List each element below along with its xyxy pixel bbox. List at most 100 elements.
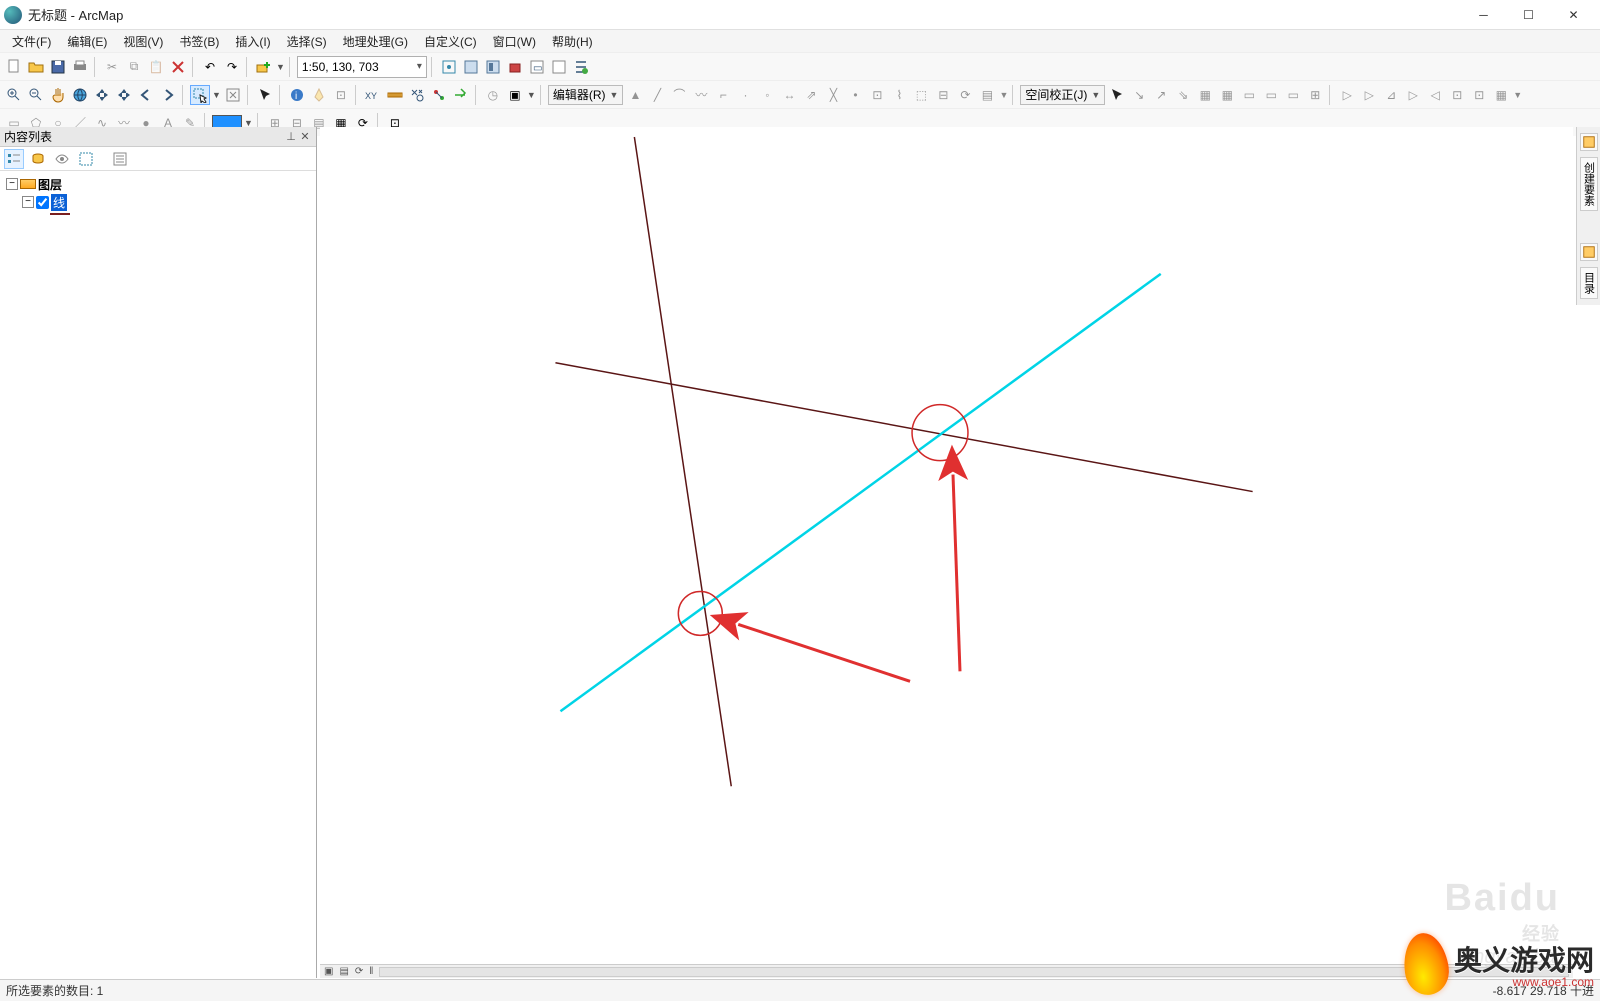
topo-tool1-icon[interactable]: ▷ — [1337, 85, 1357, 105]
python-window-icon[interactable]: ▭ — [527, 57, 547, 77]
select-elements-icon[interactable] — [255, 85, 275, 105]
fixed-zoom-out-icon[interactable] — [114, 85, 134, 105]
edit-right-angle-icon[interactable]: ⌐ — [713, 85, 733, 105]
open-icon[interactable] — [26, 57, 46, 77]
toc-list-by-drawing-icon[interactable] — [4, 149, 24, 169]
model-builder-icon[interactable] — [549, 57, 569, 77]
toc-options-icon[interactable] — [110, 149, 130, 169]
toolbar-options-icon[interactable] — [571, 57, 591, 77]
tree-root-row[interactable]: − 图层 — [6, 175, 310, 193]
toc-close-icon[interactable]: ✕ — [298, 130, 312, 144]
expand-icon[interactable]: − — [6, 178, 18, 190]
menu-help[interactable]: 帮助(H) — [544, 31, 601, 52]
topo-tool5-icon[interactable]: ◁ — [1425, 85, 1445, 105]
search-window-icon[interactable] — [483, 57, 503, 77]
find-icon[interactable] — [407, 85, 427, 105]
rtab-create-features-icon[interactable] — [1580, 133, 1598, 151]
menu-bookmarks[interactable]: 书签(B) — [171, 31, 227, 52]
topo-tool8-icon[interactable]: ▦ — [1491, 85, 1511, 105]
menu-customize[interactable]: 自定义(C) — [416, 31, 485, 52]
rtab-create-features[interactable]: 创建要素 — [1580, 157, 1598, 211]
topo-tool6-icon[interactable]: ⊡ — [1447, 85, 1467, 105]
adjust-table-icon[interactable]: ▦ — [1195, 85, 1215, 105]
refresh-view-icon[interactable]: ⟳ — [355, 966, 363, 977]
edit-split-icon[interactable]: ⊟ — [933, 85, 953, 105]
save-icon[interactable] — [48, 57, 68, 77]
expand-icon[interactable]: − — [22, 196, 34, 208]
toc-list-by-source-icon[interactable] — [28, 149, 48, 169]
zoom-in-icon[interactable] — [4, 85, 24, 105]
adjust-link2-icon[interactable]: ↗ — [1151, 85, 1171, 105]
copy-icon[interactable]: ⧉ — [124, 57, 144, 77]
map-canvas[interactable] — [320, 127, 1573, 964]
maximize-button[interactable]: ☐ — [1506, 0, 1551, 30]
edit-distance-icon[interactable]: ↔ — [779, 85, 799, 105]
editor-dropdown[interactable]: 编辑器(R)▼ — [548, 85, 624, 105]
identify-icon[interactable]: i — [287, 85, 307, 105]
create-viewer-icon[interactable]: ▣ — [505, 85, 525, 105]
layer-symbol[interactable] — [50, 213, 70, 215]
edit-cut-poly-icon[interactable]: ⬚ — [911, 85, 931, 105]
adjust-attr-icon[interactable]: ⊞ — [1305, 85, 1325, 105]
hyperlink-icon[interactable] — [309, 85, 329, 105]
menu-selection[interactable]: 选择(S) — [279, 31, 335, 52]
next-extent-icon[interactable] — [158, 85, 178, 105]
editor-toolbar-icon[interactable] — [439, 57, 459, 77]
html-popup-icon[interactable]: ⊡ — [331, 85, 351, 105]
arc-toolbox-icon[interactable] — [505, 57, 525, 77]
zoom-out-icon[interactable] — [26, 85, 46, 105]
full-extent-icon[interactable] — [70, 85, 90, 105]
redo-icon[interactable]: ↷ — [222, 57, 242, 77]
adjust-edge1-icon[interactable]: ▭ — [1239, 85, 1259, 105]
menu-window[interactable]: 窗口(W) — [485, 31, 544, 52]
topo-tool7-icon[interactable]: ⊡ — [1469, 85, 1489, 105]
menu-insert[interactable]: 插入(I) — [227, 31, 278, 52]
menu-geoprocessing[interactable]: 地理处理(G) — [335, 31, 416, 52]
edit-attributes-icon[interactable]: ▤ — [977, 85, 997, 105]
toc-list-by-visibility-icon[interactable] — [52, 149, 72, 169]
print-icon[interactable] — [70, 57, 90, 77]
layout-view-icon[interactable]: ▤ — [339, 966, 348, 977]
topo-tool2-icon[interactable]: ▷ — [1359, 85, 1379, 105]
layer-visibility-checkbox[interactable] — [36, 196, 49, 209]
catalog-window-icon[interactable] — [461, 57, 481, 77]
edit-straight-icon[interactable]: ╱ — [647, 85, 667, 105]
paste-icon[interactable]: 📋 — [146, 57, 166, 77]
clear-selection-icon[interactable] — [223, 85, 243, 105]
layer-label[interactable]: 线 — [51, 194, 67, 211]
menu-edit[interactable]: 编辑(E) — [59, 31, 115, 52]
map-view[interactable] — [320, 127, 1573, 964]
edit-tool-icon[interactable]: ▲ — [625, 85, 645, 105]
delete-icon[interactable] — [168, 57, 188, 77]
edit-reshape-icon[interactable]: ⌇ — [889, 85, 909, 105]
topo-tool4-icon[interactable]: ▷ — [1403, 85, 1423, 105]
select-features-icon[interactable] — [190, 85, 210, 105]
menu-file[interactable]: 文件(F) — [4, 31, 59, 52]
rtab-catalog[interactable]: 目录 — [1580, 267, 1598, 299]
horizontal-scrollbar[interactable] — [379, 967, 1569, 977]
edit-arc-icon[interactable]: ⌒ — [669, 85, 689, 105]
toc-list-by-selection-icon[interactable] — [76, 149, 96, 169]
edit-rotate-icon[interactable]: ⟳ — [955, 85, 975, 105]
edit-vertices-icon[interactable]: ⊡ — [867, 85, 887, 105]
edit-intersection-icon[interactable]: ╳ — [823, 85, 843, 105]
edit-direction-icon[interactable]: ⇗ — [801, 85, 821, 105]
edit-midpoint-icon[interactable]: · — [735, 85, 755, 105]
menu-view[interactable]: 视图(V) — [115, 31, 171, 52]
new-doc-icon[interactable] — [4, 57, 24, 77]
fixed-zoom-in-icon[interactable] — [92, 85, 112, 105]
time-slider-icon[interactable]: ◷ — [483, 85, 503, 105]
go-to-xy-icon[interactable] — [451, 85, 471, 105]
spatial-adjust-dropdown[interactable]: 空间校正(J)▼ — [1020, 85, 1105, 105]
measure-icon[interactable] — [385, 85, 405, 105]
rtab-catalog-icon[interactable] — [1580, 243, 1598, 261]
edit-end-icon[interactable]: ◦ — [757, 85, 777, 105]
adjust-select-icon[interactable] — [1107, 85, 1127, 105]
find-route-icon[interactable] — [429, 85, 449, 105]
topo-tool3-icon[interactable]: ⊿ — [1381, 85, 1401, 105]
undo-icon[interactable]: ↶ — [200, 57, 220, 77]
edit-point-icon[interactable]: • — [845, 85, 865, 105]
close-button[interactable]: ✕ — [1551, 0, 1596, 30]
minimize-button[interactable]: ─ — [1461, 0, 1506, 30]
pan-icon[interactable] — [48, 85, 68, 105]
